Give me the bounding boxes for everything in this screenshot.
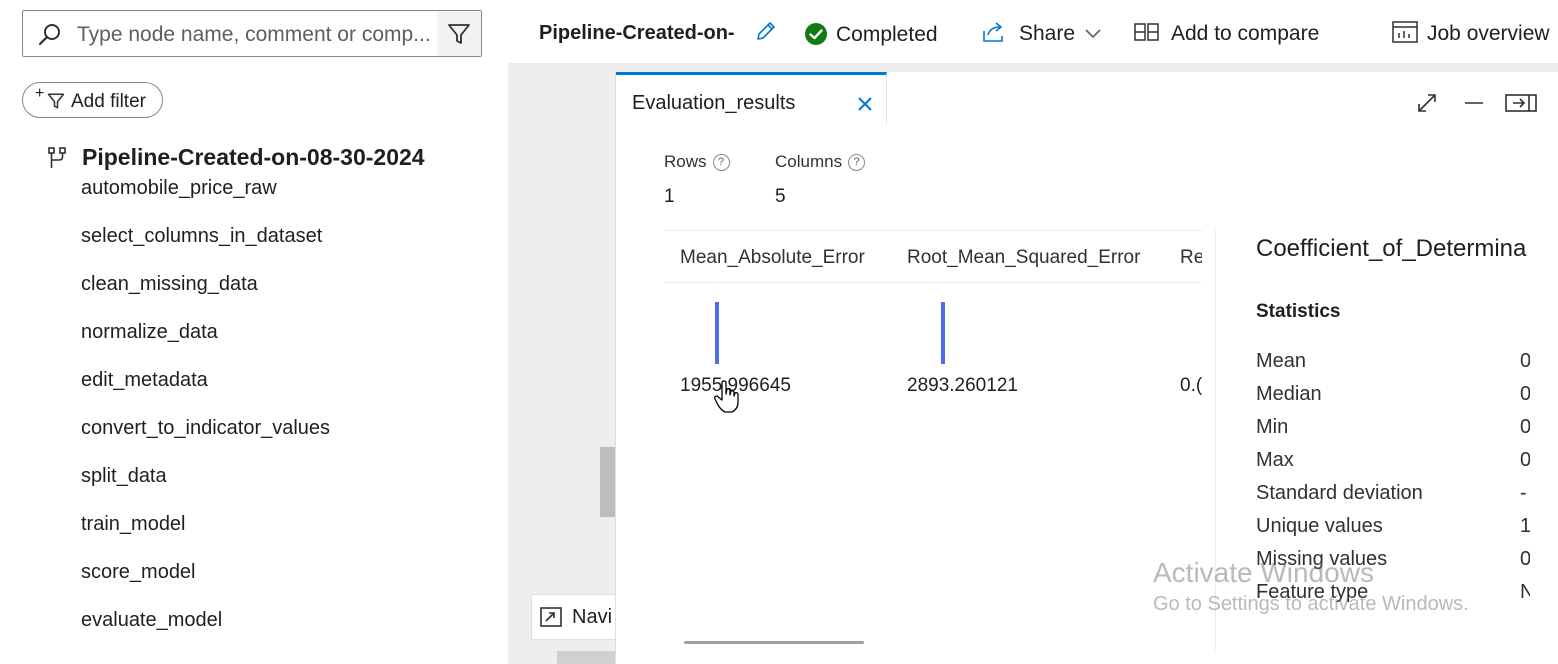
table-horizontal-scrollbar[interactable]: [684, 641, 864, 644]
filter-icon: [448, 23, 470, 44]
job-name: Pipeline-Created-on-: [539, 22, 735, 44]
plus-icon: +: [35, 85, 45, 102]
histogram-bar[interactable]: [941, 302, 945, 364]
node-search-box[interactable]: Type node name, comment or comp...: [22, 10, 482, 57]
divider: [1215, 230, 1216, 650]
navigator-button[interactable]: Navi: [531, 594, 621, 640]
pipeline-node[interactable]: select_columns_in_dataset: [81, 224, 330, 272]
results-table: Mean_Absolute_Error Root_Mean_Squared_Er…: [664, 230, 1202, 630]
search-icon: [38, 24, 60, 46]
pipeline-tree-icon: [48, 146, 66, 168]
stat-label: Feature type: [1256, 581, 1369, 603]
stat-value: -: [1520, 482, 1527, 504]
pipeline-tree-root[interactable]: Pipeline-Created-on-08-30-2024: [48, 144, 425, 171]
share-icon[interactable]: [982, 21, 1008, 43]
stat-label: Median: [1256, 383, 1322, 405]
stat-value: 0: [1520, 449, 1530, 471]
table-header-row: Mean_Absolute_Error Root_Mean_Squared_Er…: [664, 231, 1202, 283]
left-panel: Type node name, comment or comp... + Add…: [0, 0, 508, 664]
stat-value: 1: [1520, 515, 1530, 537]
pipeline-node[interactable]: automobile_price_raw: [81, 176, 330, 224]
stat-label: Standard deviation: [1256, 482, 1423, 504]
share-button[interactable]: Share: [1019, 22, 1075, 46]
status-text: Completed: [836, 23, 938, 46]
compare-icon[interactable]: [1134, 22, 1160, 42]
stat-value: 0: [1520, 350, 1530, 372]
stat-label: Min: [1256, 416, 1289, 438]
stat-label: Unique values: [1256, 515, 1383, 537]
columns-label: Columns ?: [775, 152, 866, 172]
job-overview-button[interactable]: Job overview: [1427, 22, 1550, 46]
minimize-icon[interactable]: [1463, 92, 1485, 114]
rows-value: 1: [664, 186, 675, 207]
pipeline-node[interactable]: train_model: [81, 512, 330, 560]
left-panel-scrollbar[interactable]: [498, 0, 508, 664]
stat-value: 0: [1520, 548, 1530, 570]
column-header[interactable]: Mean_Absolute_Error: [680, 247, 865, 269]
stat-label: Max: [1256, 449, 1294, 471]
table-cell: 2893.260121: [907, 375, 1018, 396]
stat-label: Mean: [1256, 350, 1307, 372]
columns-value: 5: [775, 186, 786, 207]
completed-status-icon: [805, 23, 827, 45]
columns-label-text: Columns: [775, 152, 843, 171]
canvas-scrollbar[interactable]: [600, 447, 616, 517]
histogram-bar[interactable]: [715, 302, 719, 364]
job-header: Pipeline-Created-on- Completed Share Add…: [508, 0, 1558, 64]
job-overview-icon[interactable]: [1392, 21, 1418, 43]
pipeline-title: Pipeline-Created-on-08-30-2024: [82, 144, 425, 170]
help-icon[interactable]: ?: [848, 153, 866, 171]
expand-icon[interactable]: [1416, 92, 1438, 114]
selected-column-title: Coefficient_of_Determina: [1256, 235, 1527, 262]
pipeline-node[interactable]: convert_to_indicator_values: [81, 416, 330, 464]
hand-cursor-icon: [714, 380, 739, 413]
pipeline-node[interactable]: normalize_data: [81, 320, 330, 368]
pipeline-node-list: automobile_price_raw select_columns_in_d…: [81, 176, 330, 656]
close-icon[interactable]: [856, 95, 874, 113]
stat-value: 0: [1520, 383, 1530, 405]
stat-label: Missing values: [1256, 548, 1388, 570]
add-filter-button[interactable]: + Add filter: [22, 82, 163, 118]
table-cell: 0.(: [1180, 375, 1202, 396]
search-input[interactable]: Type node name, comment or comp...: [77, 23, 437, 47]
stat-value: 0: [1520, 416, 1530, 438]
filter-icon: [47, 93, 65, 109]
pipeline-node[interactable]: split_data: [81, 464, 330, 512]
column-header[interactable]: Re: [1180, 247, 1202, 269]
rows-label-text: Rows: [664, 152, 707, 171]
navigator-icon: [540, 607, 562, 627]
stat-value: N: [1520, 581, 1530, 603]
chevron-down-icon[interactable]: [1084, 28, 1102, 40]
pipeline-node[interactable]: evaluate_model: [81, 608, 330, 656]
dock-panel-icon[interactable]: [1505, 92, 1537, 114]
canvas-bottom-strip: [557, 651, 617, 664]
add-filter-label: Add filter: [71, 91, 146, 112]
pipeline-node[interactable]: score_model: [81, 560, 330, 608]
tab-evaluation-results[interactable]: Evaluation_results: [616, 72, 887, 124]
add-to-compare-button[interactable]: Add to compare: [1171, 22, 1319, 46]
column-header[interactable]: Root_Mean_Squared_Error: [907, 247, 1140, 269]
rows-label: Rows ?: [664, 152, 730, 172]
tab-label: Evaluation_results: [632, 92, 796, 114]
navigator-label: Navi: [572, 605, 613, 628]
edit-icon[interactable]: [755, 20, 777, 42]
help-icon[interactable]: ?: [712, 153, 730, 171]
statistics-heading: Statistics: [1256, 301, 1341, 322]
pipeline-node[interactable]: edit_metadata: [81, 368, 330, 416]
filter-button[interactable]: [437, 11, 481, 56]
evaluation-results-panel: Evaluation_results Rows ? 1 Columns ? 5 …: [615, 72, 1558, 664]
pipeline-node[interactable]: clean_missing_data: [81, 272, 330, 320]
